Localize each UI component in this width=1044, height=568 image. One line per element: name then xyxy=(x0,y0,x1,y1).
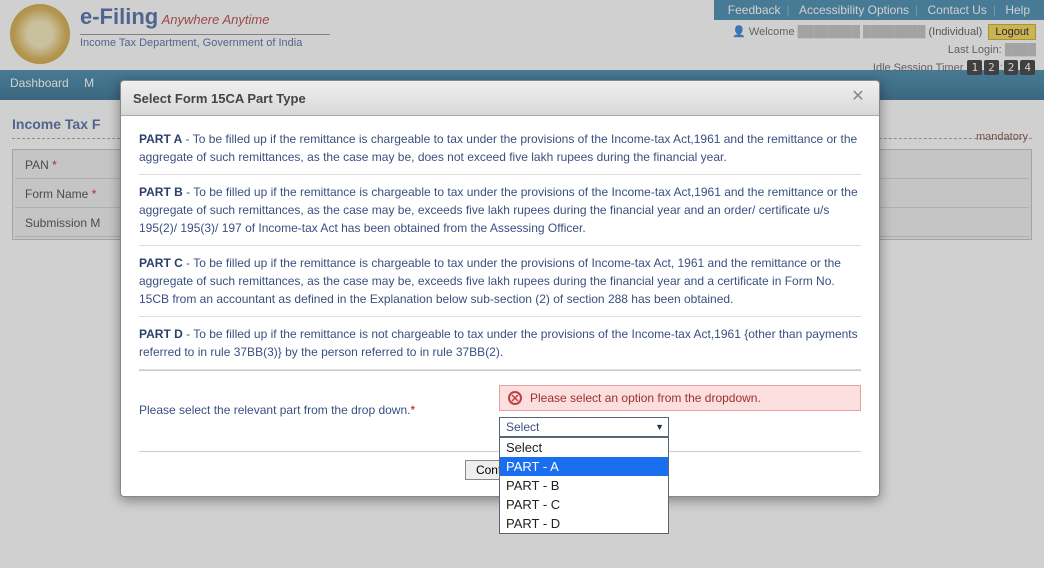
modal-title: Select Form 15CA Part Type xyxy=(133,91,306,106)
option-part-a[interactable]: PART - A xyxy=(500,457,668,476)
error-icon: ✕ xyxy=(508,391,522,405)
part-select[interactable]: Select ▼ xyxy=(499,417,669,437)
error-message: ✕ Please select an option from the dropd… xyxy=(499,385,861,411)
part-d-desc: PART D - To be filled up if the remittan… xyxy=(139,317,861,370)
part-dropdown: Select PART - A PART - B PART - C PART -… xyxy=(499,437,669,534)
close-icon[interactable]: ✕ xyxy=(849,89,867,107)
select-prompt: Please select the relevant part from the… xyxy=(139,385,499,417)
option-part-d[interactable]: PART - D xyxy=(500,514,668,533)
option-part-c[interactable]: PART - C xyxy=(500,495,668,514)
modal-header: Select Form 15CA Part Type ✕ xyxy=(121,81,879,116)
option-select[interactable]: Select xyxy=(500,438,668,457)
part-a-desc: PART A - To be filled up if the remittan… xyxy=(139,122,861,175)
modal-dialog: Select Form 15CA Part Type ✕ PART A - To… xyxy=(120,80,880,497)
chevron-down-icon: ▼ xyxy=(655,422,664,432)
part-c-desc: PART C - To be filled up if the remittan… xyxy=(139,246,861,317)
part-b-desc: PART B - To be filled up if the remittan… xyxy=(139,175,861,246)
option-part-b[interactable]: PART - B xyxy=(500,476,668,495)
